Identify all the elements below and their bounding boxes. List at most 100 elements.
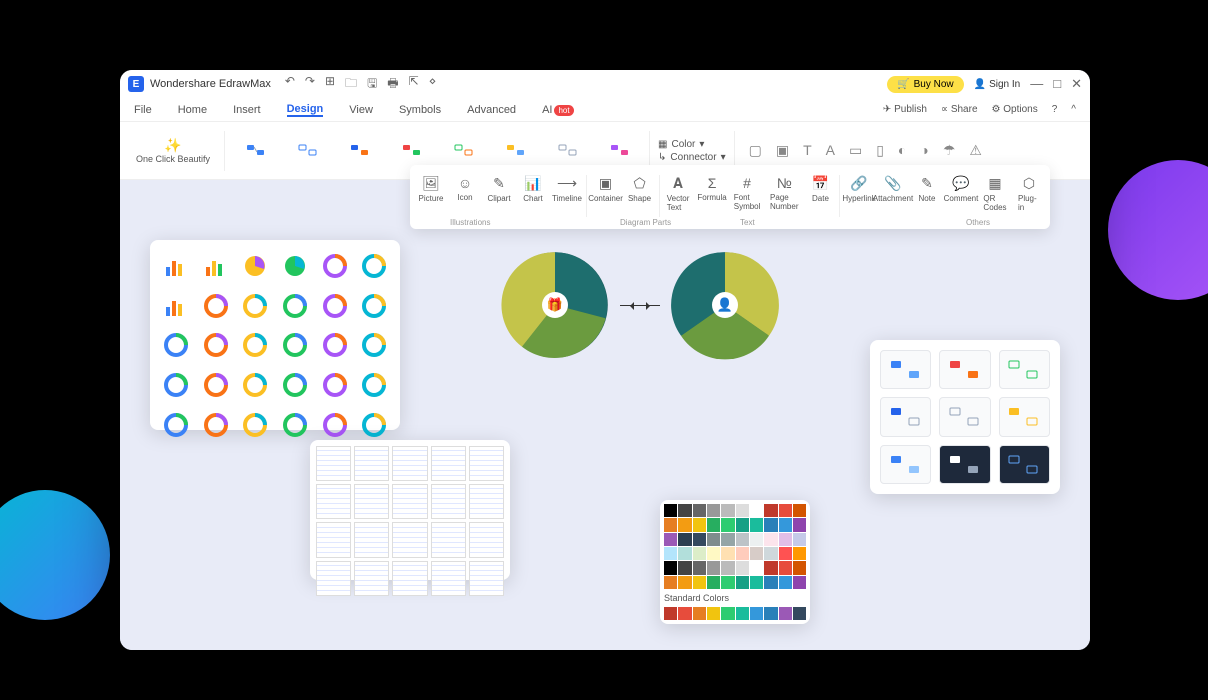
warning-icon[interactable]: ⚠ bbox=[969, 142, 982, 159]
umbrella-icon[interactable]: ☂ bbox=[943, 142, 956, 159]
theme-thumb-8[interactable] bbox=[939, 445, 990, 484]
insert-font-symbol[interactable]: #Font Symbol bbox=[729, 171, 765, 215]
color-swatch[interactable] bbox=[664, 576, 677, 589]
table-thumb[interactable] bbox=[354, 446, 389, 481]
insert-picture[interactable]: 🖼Picture bbox=[414, 171, 448, 207]
page-icon-2[interactable]: ▯ bbox=[876, 142, 884, 159]
table-thumb[interactable] bbox=[316, 446, 351, 481]
color-swatch[interactable] bbox=[664, 607, 677, 620]
color-swatch[interactable] bbox=[693, 561, 706, 574]
color-swatch[interactable] bbox=[678, 533, 691, 546]
insert-attachment[interactable]: 📎Attachment bbox=[876, 171, 910, 207]
page-icon-1[interactable]: ▭ bbox=[849, 142, 862, 159]
color-swatch[interactable] bbox=[750, 561, 763, 574]
color-swatch[interactable] bbox=[707, 576, 720, 589]
chart-thumb[interactable] bbox=[237, 367, 273, 403]
chart-thumb[interactable] bbox=[198, 407, 234, 443]
color-swatch[interactable] bbox=[750, 576, 763, 589]
chart-thumb[interactable] bbox=[237, 248, 273, 284]
color-swatch[interactable] bbox=[707, 547, 720, 560]
color-swatch[interactable] bbox=[764, 533, 777, 546]
chart-thumb[interactable] bbox=[277, 407, 313, 443]
theme-thumb-9[interactable] bbox=[999, 445, 1050, 484]
color-swatch[interactable] bbox=[779, 518, 792, 531]
insert-shape[interactable]: ⬠Shape bbox=[623, 171, 657, 207]
chart-thumb[interactable] bbox=[317, 327, 353, 363]
color-swatch[interactable] bbox=[664, 533, 677, 546]
insert-container[interactable]: ▣Container bbox=[589, 171, 623, 207]
one-click-beautify-button[interactable]: ✨ One Click Beautify bbox=[130, 133, 216, 168]
menu-view[interactable]: View bbox=[349, 104, 373, 116]
insert-vector-text[interactable]: 𝐀Vector Text bbox=[661, 171, 695, 216]
color-swatch[interactable] bbox=[793, 576, 806, 589]
menu-ai[interactable]: AIhot bbox=[542, 104, 574, 116]
pie-left[interactable]: 🎁 bbox=[500, 250, 610, 360]
table-thumb[interactable] bbox=[392, 484, 427, 519]
color-swatch[interactable] bbox=[693, 504, 706, 517]
table-thumb[interactable] bbox=[392, 522, 427, 557]
table-thumb[interactable] bbox=[469, 484, 504, 519]
theme-preset-3[interactable] bbox=[337, 138, 381, 164]
insert-plugin[interactable]: ⬡Plug-in bbox=[1012, 171, 1046, 216]
chart-thumb[interactable] bbox=[198, 327, 234, 363]
color-swatch[interactable] bbox=[721, 547, 734, 560]
color-swatch[interactable] bbox=[707, 518, 720, 531]
insert-timeline[interactable]: ⟶Timeline bbox=[550, 171, 584, 207]
color-swatch[interactable] bbox=[736, 547, 749, 560]
color-swatch[interactable] bbox=[721, 533, 734, 546]
color-swatch[interactable] bbox=[793, 547, 806, 560]
color-swatch[interactable] bbox=[664, 547, 677, 560]
new-icon[interactable]: ⊞ bbox=[325, 74, 335, 95]
color-swatch[interactable] bbox=[678, 607, 691, 620]
table-thumb[interactable] bbox=[354, 522, 389, 557]
color-swatch[interactable] bbox=[750, 504, 763, 517]
color-swatch[interactable] bbox=[793, 561, 806, 574]
color-swatch[interactable] bbox=[693, 533, 706, 546]
sign-in-button[interactable]: 👤 Sign In bbox=[974, 79, 1021, 90]
color-swatch[interactable] bbox=[764, 561, 777, 574]
color-swatch[interactable] bbox=[707, 533, 720, 546]
chart-thumb[interactable] bbox=[356, 367, 392, 403]
theme-icon-1[interactable]: ◐ bbox=[898, 142, 906, 159]
export-icon[interactable]: ⇱ bbox=[409, 74, 419, 95]
menu-advanced[interactable]: Advanced bbox=[467, 104, 516, 116]
layout-icon-2[interactable]: ▣ bbox=[776, 142, 789, 159]
chart-thumb[interactable] bbox=[277, 327, 313, 363]
undo-icon[interactable]: ↶ bbox=[285, 74, 295, 95]
color-swatch[interactable] bbox=[793, 607, 806, 620]
color-swatch[interactable] bbox=[721, 518, 734, 531]
theme-thumb-5[interactable] bbox=[939, 397, 990, 436]
color-swatch[interactable] bbox=[779, 504, 792, 517]
table-thumb[interactable] bbox=[431, 561, 466, 596]
color-swatch[interactable] bbox=[779, 533, 792, 546]
insert-formula[interactable]: ΣFormula bbox=[695, 171, 729, 206]
chart-thumb[interactable] bbox=[356, 327, 392, 363]
color-swatch[interactable] bbox=[707, 561, 720, 574]
buy-now-button[interactable]: 🛒 Buy Now bbox=[887, 76, 963, 93]
color-swatch[interactable] bbox=[764, 518, 777, 531]
redo-icon[interactable]: ↷ bbox=[305, 74, 315, 95]
color-swatch[interactable] bbox=[736, 576, 749, 589]
theme-thumb-7[interactable] bbox=[880, 445, 931, 484]
chart-thumb[interactable] bbox=[158, 407, 194, 443]
table-thumb[interactable] bbox=[431, 522, 466, 557]
insert-hyperlink[interactable]: 🔗Hyperlink bbox=[842, 171, 876, 207]
insert-chart[interactable]: 📊Chart bbox=[516, 171, 550, 207]
theme-preset-5[interactable] bbox=[441, 138, 485, 164]
table-thumb[interactable] bbox=[316, 484, 351, 519]
insert-page-number[interactable]: №Page Number bbox=[765, 171, 803, 215]
color-swatch[interactable] bbox=[693, 607, 706, 620]
color-swatch[interactable] bbox=[750, 547, 763, 560]
chart-thumb[interactable] bbox=[198, 248, 234, 284]
menu-insert[interactable]: Insert bbox=[233, 104, 261, 116]
color-swatch[interactable] bbox=[707, 607, 720, 620]
color-swatch[interactable] bbox=[764, 504, 777, 517]
connector-dropdown[interactable]: ↳ Connector▾ bbox=[658, 152, 726, 163]
theme-preset-1[interactable] bbox=[233, 138, 277, 164]
table-thumb[interactable] bbox=[354, 484, 389, 519]
theme-thumb-3[interactable] bbox=[999, 350, 1050, 389]
color-swatch[interactable] bbox=[693, 547, 706, 560]
chart-thumb[interactable] bbox=[317, 367, 353, 403]
publish-button[interactable]: ✈ Publish bbox=[883, 104, 927, 115]
color-swatch[interactable] bbox=[678, 547, 691, 560]
